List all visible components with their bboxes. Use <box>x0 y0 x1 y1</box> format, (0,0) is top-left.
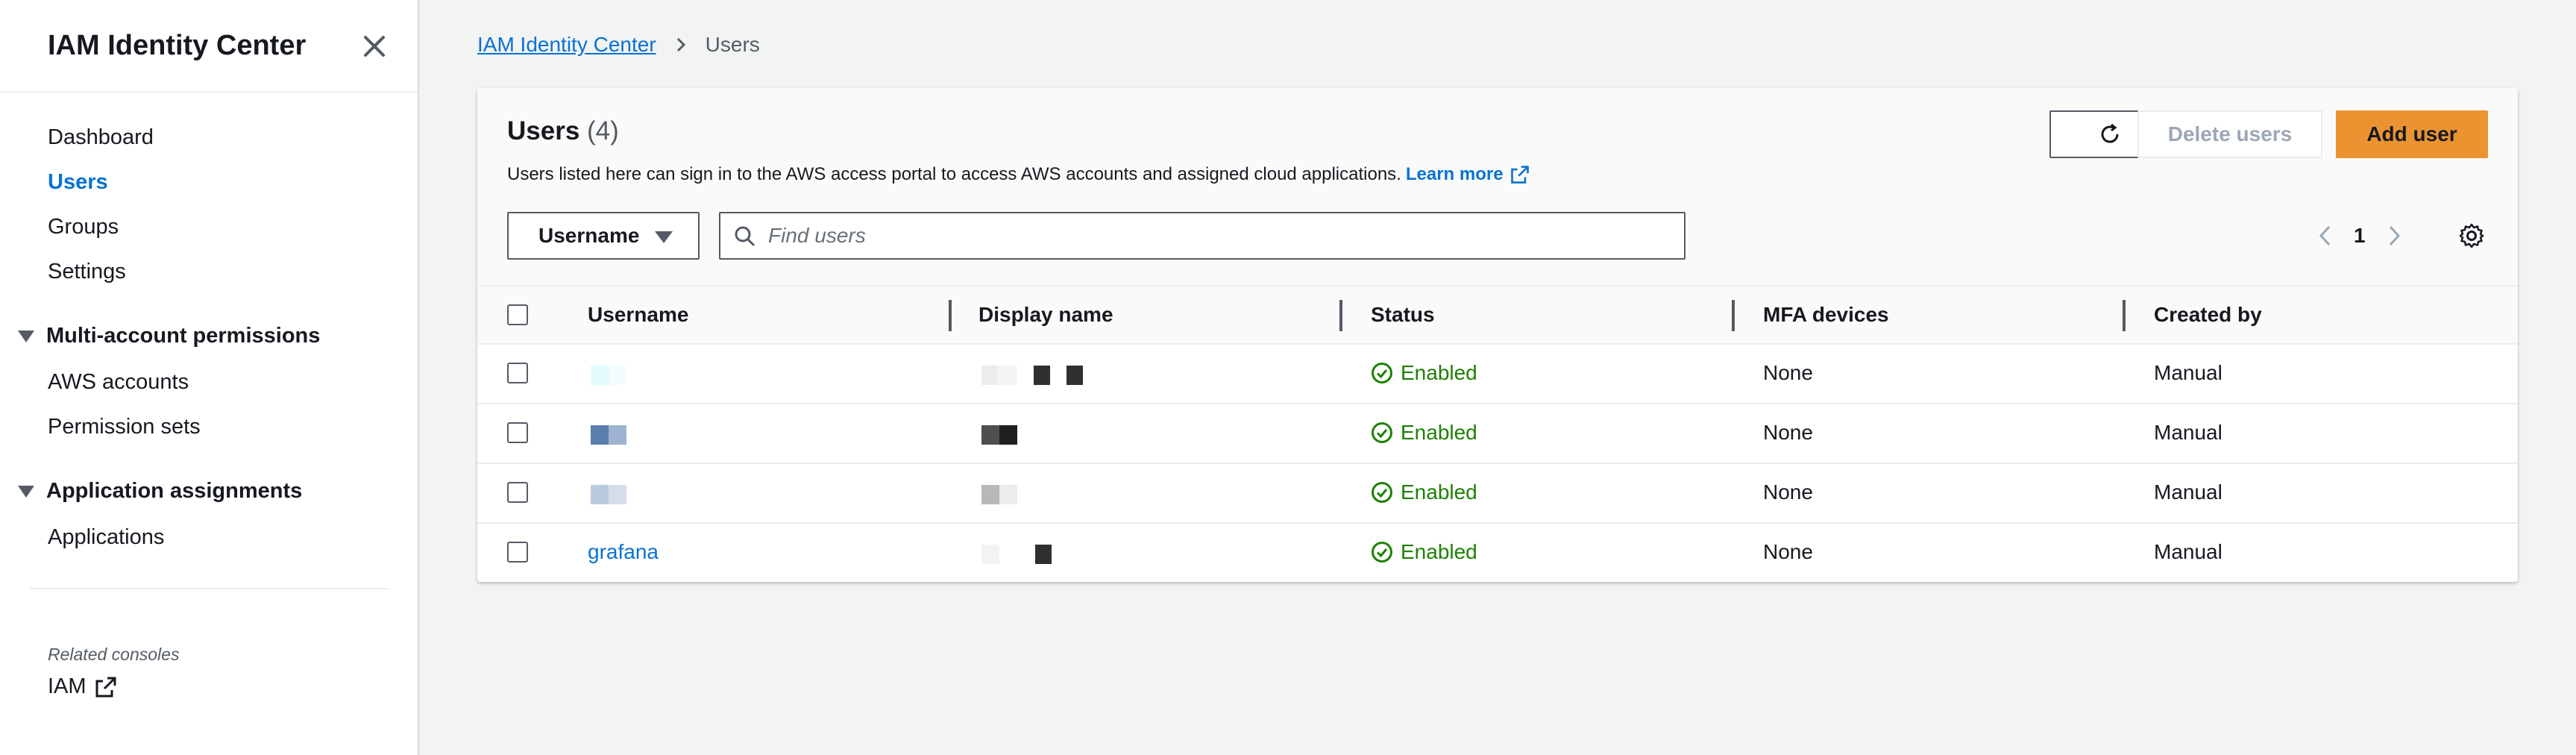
column-resizer[interactable] <box>1732 300 1735 331</box>
external-link-icon <box>95 677 116 697</box>
sidebar-item-dashboard[interactable]: Dashboard <box>48 125 154 150</box>
iam-link-label: IAM <box>48 674 87 698</box>
redacted-username[interactable] <box>591 485 626 504</box>
user-count: (4) <box>587 116 619 145</box>
learn-more-link[interactable]: Learn more <box>1406 164 1530 185</box>
check-circle-icon <box>1372 422 1392 443</box>
search-field <box>719 212 1686 260</box>
page-title: Users (4) <box>507 116 619 146</box>
column-header-created-by[interactable]: Created by <box>2154 303 2262 327</box>
column-header-status[interactable]: Status <box>1371 303 1435 327</box>
section-label: Application assignments <box>46 479 303 503</box>
column-header-display-name[interactable]: Display name <box>978 303 1113 327</box>
breadcrumb-current: Users <box>705 33 760 56</box>
redacted-display-name <box>981 485 1017 504</box>
check-circle-icon <box>1372 542 1392 563</box>
row-checkbox[interactable] <box>507 422 528 443</box>
close-icon[interactable] <box>358 30 391 63</box>
table-header-area: Users (4) Users listed here can sign in … <box>477 88 2518 285</box>
row-checkbox[interactable] <box>507 542 528 563</box>
column-resizer[interactable] <box>949 300 952 331</box>
table-description: Users listed here can sign in to the AWS… <box>507 164 1530 185</box>
created-by-value: Manual <box>2154 421 2222 444</box>
app-root: IAM Identity Center Dashboard Users Grou… <box>0 0 2576 755</box>
section-application-assignments[interactable]: Application assignments <box>18 479 302 504</box>
status-badge: Enabled <box>1371 540 1477 564</box>
external-link-icon <box>1510 166 1529 184</box>
sidebar-item-users[interactable]: Users <box>48 170 108 195</box>
breadcrumb: IAM Identity Center Users <box>477 33 760 57</box>
created-by-value: Manual <box>2154 361 2222 384</box>
redacted-username[interactable] <box>591 366 626 385</box>
sidebar-item-settings[interactable]: Settings <box>48 260 126 284</box>
created-by-value: Manual <box>2154 540 2222 563</box>
search-input[interactable] <box>768 224 1663 248</box>
redacted-username[interactable] <box>591 425 626 445</box>
status-text: Enabled <box>1401 361 1477 384</box>
sidebar-title[interactable]: IAM Identity Center <box>48 30 306 62</box>
sidebar-header: IAM Identity Center <box>0 0 418 93</box>
filter-property-select[interactable]: Username <box>507 212 700 260</box>
refresh-icon <box>2101 123 2119 143</box>
username-link[interactable]: grafana <box>588 540 659 564</box>
pagination: 1 <box>2310 216 2409 255</box>
table-row[interactable]: Enabled None Manual <box>477 404 2518 464</box>
sidebar-item-groups[interactable]: Groups <box>48 215 119 239</box>
sidebar-item-applications[interactable]: Applications <box>48 525 164 550</box>
mfa-devices-value: None <box>1763 540 1813 563</box>
table-header-row: Username Display name Status MFA devices… <box>477 285 2518 345</box>
learn-more-label: Learn more <box>1405 164 1504 184</box>
sidebar-divider <box>30 588 389 589</box>
related-consoles-label: Related consoles <box>48 645 180 664</box>
sidebar-item-permission-sets[interactable]: Permission sets <box>48 415 201 439</box>
created-by-value: Manual <box>2154 480 2222 504</box>
iam-console-link[interactable]: IAM <box>48 674 118 699</box>
check-circle-icon <box>1372 482 1392 503</box>
table-row[interactable]: Enabled None Manual <box>477 464 2518 524</box>
sidebar-item-aws-accounts[interactable]: AWS accounts <box>48 370 189 395</box>
row-checkbox[interactable] <box>507 363 528 383</box>
delete-users-button[interactable]: Delete users <box>2137 110 2322 158</box>
redacted-display-name <box>981 425 1017 445</box>
chevron-right-icon[interactable] <box>2379 221 2409 251</box>
page-number[interactable]: 1 <box>2354 224 2366 248</box>
title-text: Users <box>507 116 580 145</box>
check-circle-icon <box>1372 363 1392 383</box>
column-header-mfa-devices[interactable]: MFA devices <box>1763 303 1889 327</box>
status-badge: Enabled <box>1371 480 1477 504</box>
caret-down-icon <box>18 485 34 498</box>
status-badge: Enabled <box>1371 421 1477 445</box>
side-navigation: IAM Identity Center Dashboard Users Grou… <box>0 0 419 755</box>
status-text: Enabled <box>1401 421 1477 444</box>
users-table-container: Users (4) Users listed here can sign in … <box>477 88 2518 582</box>
table-row[interactable]: Enabled None Manual <box>477 345 2518 404</box>
table-row[interactable]: grafana Enabled None Manual <box>477 524 2518 583</box>
search-icon <box>735 226 755 247</box>
filter-property-value: Username <box>538 224 640 247</box>
chevron-right-icon <box>676 37 685 52</box>
row-checkbox[interactable] <box>507 482 528 503</box>
redacted-display-name <box>981 366 1083 385</box>
mfa-devices-value: None <box>1763 421 1813 444</box>
redacted-display-name <box>981 545 1052 564</box>
select-all-checkbox[interactable] <box>507 304 528 325</box>
column-resizer[interactable] <box>2123 300 2126 331</box>
section-multi-account-permissions[interactable]: Multi-account permissions <box>18 324 320 348</box>
chevron-left-icon[interactable] <box>2310 221 2340 251</box>
caret-down-icon <box>655 231 673 243</box>
caret-down-icon <box>18 330 34 342</box>
add-user-button[interactable]: Add user <box>2336 110 2488 158</box>
status-text: Enabled <box>1401 480 1477 504</box>
status-badge: Enabled <box>1371 361 1477 385</box>
column-resizer[interactable] <box>1339 300 1342 331</box>
mfa-devices-value: None <box>1763 361 1813 384</box>
description-text: Users listed here can sign in to the AWS… <box>507 164 1401 184</box>
breadcrumb-root-link[interactable]: IAM Identity Center <box>477 33 656 57</box>
column-header-username[interactable]: Username <box>588 303 688 327</box>
section-label: Multi-account permissions <box>46 324 321 348</box>
mfa-devices-value: None <box>1763 480 1813 504</box>
status-text: Enabled <box>1401 540 1477 563</box>
gear-icon[interactable] <box>2452 216 2491 255</box>
